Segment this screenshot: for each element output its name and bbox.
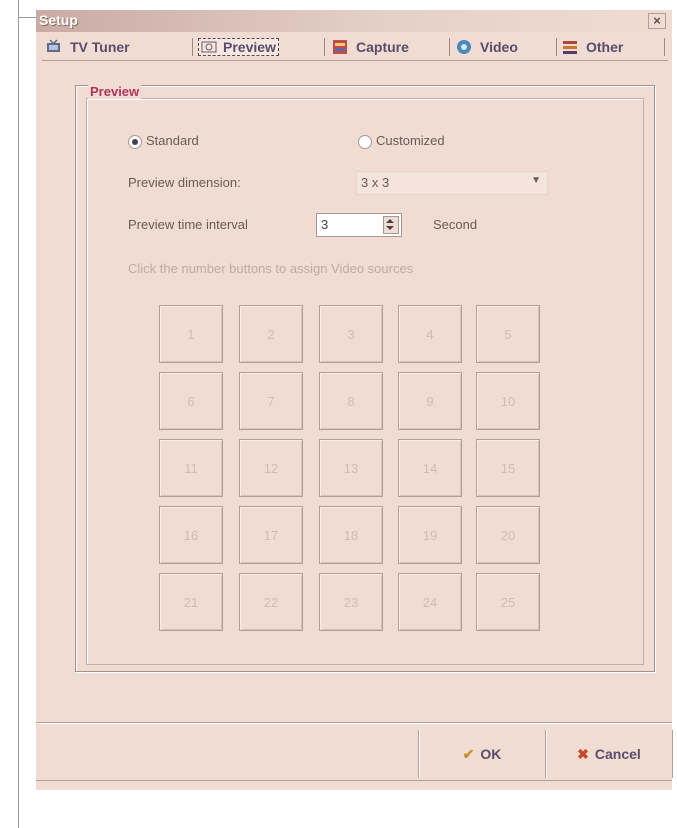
frame-line	[18, 0, 19, 828]
source-button[interactable]: 4	[398, 305, 462, 363]
source-button[interactable]: 3	[319, 305, 383, 363]
tab-separator	[324, 38, 325, 56]
title-bar: Setup ×	[36, 10, 672, 32]
close-icon: ✖	[577, 745, 589, 762]
frame-line	[18, 17, 36, 18]
tab-separator	[664, 38, 665, 56]
footer-divider	[36, 780, 672, 781]
assign-hint: Click the number buttons to assign Video…	[128, 261, 414, 276]
footer-divider	[36, 722, 672, 723]
checkmark-icon: ✔	[462, 745, 475, 762]
source-button[interactable]: 5	[476, 305, 540, 363]
source-button[interactable]: 17	[239, 506, 303, 564]
dialog-footer: ✔ OK ✖ Cancel	[36, 730, 673, 780]
close-button[interactable]: ×	[648, 13, 666, 29]
spinner-buttons[interactable]	[383, 216, 399, 234]
tab-separator	[449, 38, 450, 56]
source-button[interactable]: 19	[398, 506, 462, 564]
tab-label-wrapper: Preview	[198, 38, 279, 56]
other-icon	[563, 41, 577, 54]
video-icon	[457, 40, 471, 54]
source-button[interactable]: 22	[239, 573, 303, 631]
standard-radio[interactable]	[128, 135, 142, 149]
source-button[interactable]: 24	[398, 573, 462, 631]
source-button[interactable]: 18	[319, 506, 383, 564]
tab-label: Preview	[223, 39, 276, 55]
setup-dialog: Setup × TV Tuner Preview Capture Video O…	[36, 10, 673, 790]
source-button[interactable]: 21	[159, 573, 223, 631]
source-button[interactable]: 15	[476, 439, 540, 497]
tab-separator	[192, 38, 193, 56]
spin-up-icon[interactable]	[386, 219, 394, 223]
chevron-down-icon: ▼	[531, 175, 541, 186]
cancel-label: Cancel	[594, 746, 641, 762]
tab-video[interactable]: Video	[456, 34, 518, 60]
source-button[interactable]: 1	[159, 305, 223, 363]
group-title: Preview	[88, 84, 142, 99]
source-button[interactable]: 20	[476, 506, 540, 564]
interval-value: 3	[321, 217, 329, 232]
interval-unit: Second	[433, 217, 478, 232]
source-button[interactable]: 16	[159, 506, 223, 564]
tab-preview[interactable]: Preview	[198, 34, 279, 60]
tab-capture[interactable]: Capture	[332, 34, 409, 60]
ok-label: OK	[480, 746, 502, 762]
preview-icon	[201, 41, 217, 53]
tab-label: Other	[586, 39, 624, 55]
interval-label: Preview time interval	[128, 217, 248, 232]
source-button[interactable]: 25	[476, 573, 540, 631]
source-button[interactable]: 8	[319, 372, 383, 430]
tv-tuner-icon	[47, 39, 60, 52]
tab-separator	[556, 38, 557, 56]
capture-icon	[333, 40, 347, 54]
source-button[interactable]: 23	[319, 573, 383, 631]
tab-tv-tuner[interactable]: TV Tuner	[46, 34, 130, 60]
source-button[interactable]: 6	[159, 372, 223, 430]
tab-label: TV Tuner	[70, 39, 130, 55]
ok-button[interactable]: ✔ OK	[418, 730, 545, 778]
source-button[interactable]: 13	[319, 439, 383, 497]
source-button[interactable]: 11	[159, 439, 223, 497]
dimension-label: Preview dimension:	[128, 175, 241, 190]
customized-label: Customized	[376, 133, 445, 148]
spin-down-icon[interactable]	[386, 226, 394, 230]
dimension-select[interactable]: 3 x 3 ▼	[356, 171, 548, 195]
source-button[interactable]: 14	[398, 439, 462, 497]
cancel-button[interactable]: ✖ Cancel	[545, 730, 673, 778]
source-button[interactable]: 7	[239, 372, 303, 430]
tab-label: Capture	[356, 39, 409, 55]
customized-radio[interactable]	[358, 135, 372, 149]
source-button[interactable]: 9	[398, 372, 462, 430]
source-button[interactable]: 2	[239, 305, 303, 363]
tab-strip: TV Tuner Preview Capture Video Other	[42, 32, 668, 61]
source-button[interactable]: 12	[239, 439, 303, 497]
tab-other[interactable]: Other	[562, 34, 623, 60]
source-button[interactable]: 10	[476, 372, 540, 430]
standard-label: Standard	[146, 133, 199, 148]
interval-spinner[interactable]: 3	[316, 213, 402, 237]
window-title: Setup	[39, 12, 78, 28]
tab-label: Video	[480, 39, 518, 55]
dimension-value: 3 x 3	[361, 175, 390, 190]
